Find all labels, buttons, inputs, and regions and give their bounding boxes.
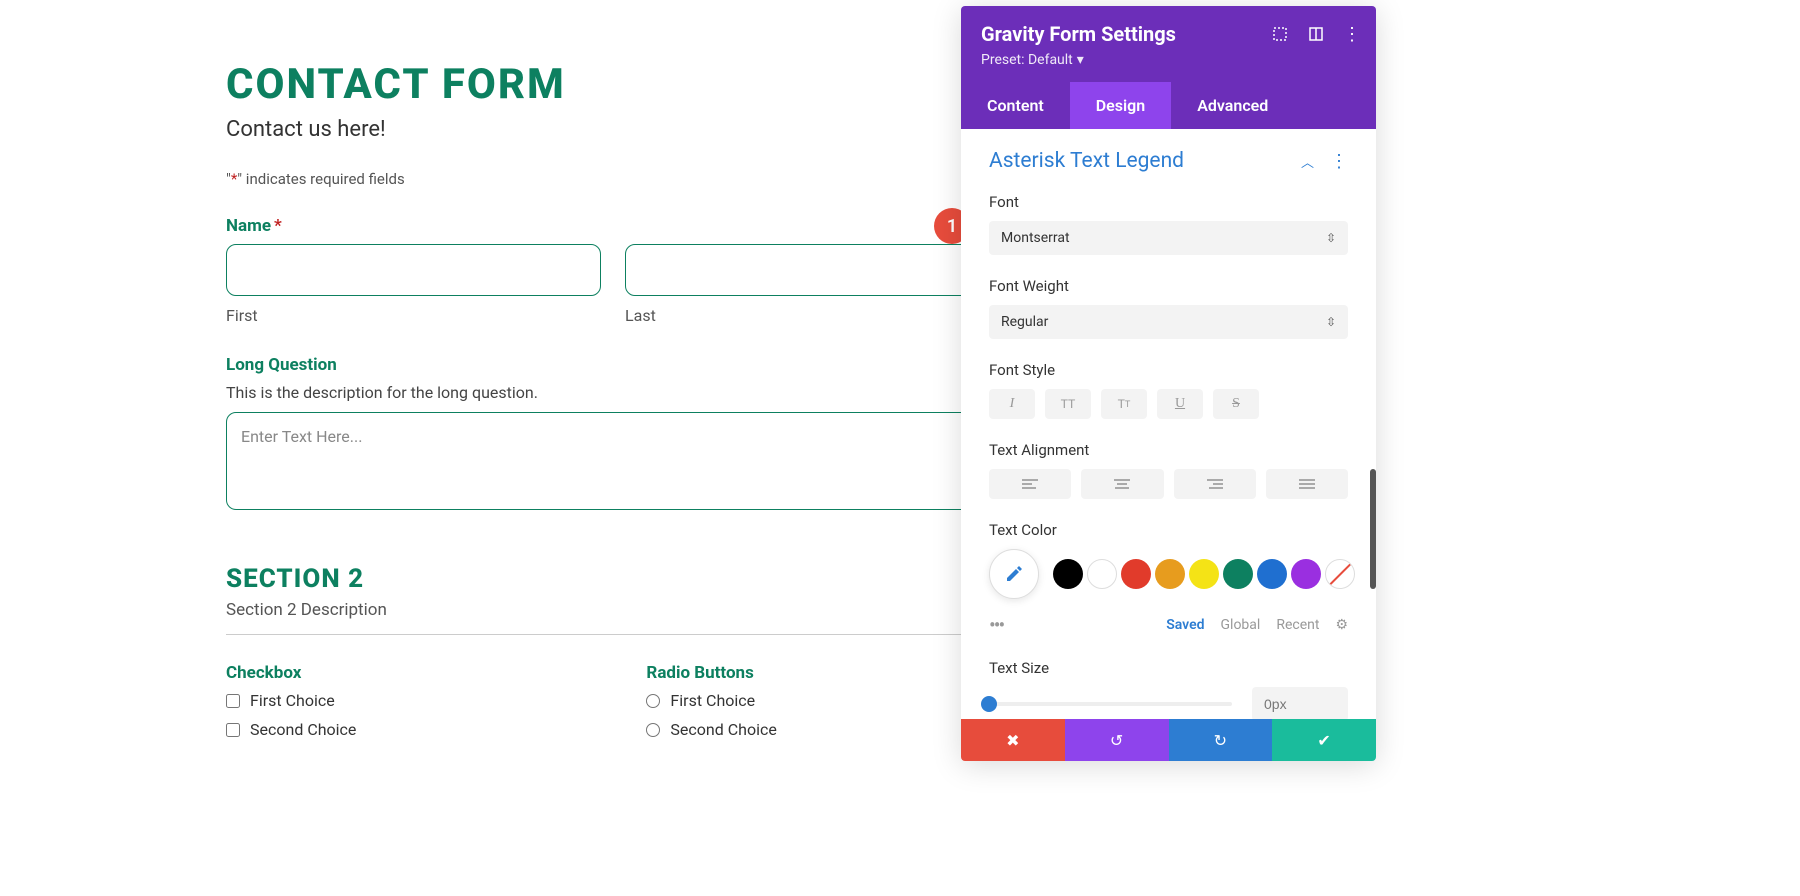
- color-swatch-white[interactable]: [1087, 559, 1117, 589]
- kebab-menu-icon[interactable]: ⋮: [1330, 151, 1348, 172]
- font-weight-select[interactable]: Regular⇳: [989, 305, 1348, 339]
- color-swatch-red[interactable]: [1121, 559, 1151, 589]
- radio-input[interactable]: [646, 694, 660, 708]
- checkbox-label: Checkbox: [226, 663, 356, 683]
- check-icon: ✔: [1317, 731, 1330, 750]
- panel-tabs: Content Design Advanced: [961, 82, 1376, 129]
- kebab-menu-icon[interactable]: ⋮: [1344, 26, 1360, 42]
- form-title: CONTACT FORM: [226, 60, 1000, 109]
- italic-button[interactable]: I: [989, 389, 1035, 419]
- color-tab-recent[interactable]: Recent: [1276, 617, 1319, 633]
- color-tab-global[interactable]: Global: [1221, 617, 1261, 633]
- close-button[interactable]: ✖: [961, 719, 1065, 761]
- name-field-group: Name* First Last: [226, 216, 1000, 325]
- close-icon: ✖: [1006, 731, 1019, 750]
- last-name-input[interactable]: [625, 244, 1000, 296]
- form-subtitle: Contact us here!: [226, 117, 1000, 142]
- long-question-textarea[interactable]: [226, 412, 1000, 510]
- caret-down-icon: ▾: [1077, 52, 1084, 68]
- undo-icon: ↺: [1110, 731, 1123, 750]
- align-left-button[interactable]: [989, 469, 1071, 499]
- tab-design[interactable]: Design: [1070, 82, 1171, 129]
- redo-icon: ↻: [1214, 731, 1227, 750]
- slider-thumb[interactable]: [981, 696, 997, 712]
- align-justify-button[interactable]: [1266, 469, 1348, 499]
- undo-button[interactable]: ↺: [1065, 719, 1169, 761]
- text-size-label: Text Size: [989, 659, 1348, 677]
- accordion-title[interactable]: Asterisk Text Legend: [989, 149, 1184, 173]
- chevron-up-icon[interactable]: ︿: [1301, 152, 1314, 171]
- required-fields-note: "*" indicates required fields: [226, 170, 1000, 188]
- long-question-group: Long Question This is the description fo…: [226, 355, 1000, 514]
- preset-dropdown[interactable]: Preset: Default ▾: [981, 52, 1356, 68]
- underline-button[interactable]: U: [1157, 389, 1203, 419]
- tab-content[interactable]: Content: [961, 82, 1070, 129]
- form-preview: CONTACT FORM Contact us here! "*" indica…: [0, 0, 1000, 749]
- color-swatch-purple[interactable]: [1291, 559, 1321, 589]
- radio-input[interactable]: [646, 723, 660, 737]
- align-center-button[interactable]: [1081, 469, 1163, 499]
- color-swatch-none[interactable]: [1325, 559, 1355, 589]
- gear-icon[interactable]: ⚙: [1335, 617, 1348, 633]
- name-label: Name*: [226, 216, 1000, 236]
- expand-icon[interactable]: [1272, 26, 1288, 42]
- font-select[interactable]: Montserrat⇳: [989, 221, 1348, 255]
- long-question-description: This is the description for the long que…: [226, 383, 1000, 402]
- text-size-slider[interactable]: [989, 702, 1232, 706]
- last-name-sublabel: Last: [625, 306, 1000, 325]
- settings-panel: Gravity Form Settings Preset: Default ▾ …: [961, 6, 1376, 761]
- panel-header: Gravity Form Settings Preset: Default ▾ …: [961, 6, 1376, 82]
- radio-option[interactable]: First Choice: [646, 691, 776, 710]
- color-swatch-orange[interactable]: [1155, 559, 1185, 589]
- checkbox-option[interactable]: First Choice: [226, 691, 356, 710]
- columns-icon[interactable]: [1308, 26, 1324, 42]
- more-dots-icon[interactable]: •••: [989, 613, 1003, 637]
- radio-label: Radio Buttons: [646, 663, 776, 683]
- color-tab-saved[interactable]: Saved: [1166, 617, 1204, 633]
- checkbox-option[interactable]: Second Choice: [226, 720, 356, 739]
- panel-footer: ✖ ↺ ↻ ✔: [961, 719, 1376, 761]
- color-swatch-blue[interactable]: [1257, 559, 1287, 589]
- uppercase-button[interactable]: TT: [1045, 389, 1091, 419]
- color-swatch-black[interactable]: [1053, 559, 1083, 589]
- text-color-label: Text Color: [989, 521, 1348, 539]
- checkbox-input[interactable]: [226, 694, 240, 708]
- scrollbar-thumb[interactable]: [1370, 469, 1376, 589]
- color-swatch-teal[interactable]: [1223, 559, 1253, 589]
- checkbox-group: Checkbox First Choice Second Choice: [226, 663, 356, 749]
- first-name-input[interactable]: [226, 244, 601, 296]
- font-weight-label: Font Weight: [989, 277, 1348, 295]
- color-swatch-yellow[interactable]: [1189, 559, 1219, 589]
- radio-group: Radio Buttons First Choice Second Choice: [646, 663, 776, 749]
- strikethrough-button[interactable]: S: [1213, 389, 1259, 419]
- color-picker-button[interactable]: [989, 549, 1039, 599]
- eyedropper-icon: [1004, 564, 1024, 584]
- first-name-sublabel: First: [226, 306, 601, 325]
- text-size-input[interactable]: [1252, 687, 1348, 719]
- panel-body[interactable]: Asterisk Text Legend ︿ ⋮ Font Montserrat…: [961, 129, 1376, 719]
- section-2-description: Section 2 Description: [226, 600, 1000, 635]
- text-alignment-label: Text Alignment: [989, 441, 1348, 459]
- font-label: Font: [989, 193, 1348, 211]
- long-question-label: Long Question: [226, 355, 1000, 375]
- smallcaps-button[interactable]: TT: [1101, 389, 1147, 419]
- confirm-button[interactable]: ✔: [1272, 719, 1376, 761]
- checkbox-input[interactable]: [226, 723, 240, 737]
- select-arrow-icon: ⇳: [1326, 231, 1336, 245]
- section-2-title: SECTION 2: [226, 564, 1000, 594]
- font-style-label: Font Style: [989, 361, 1348, 379]
- redo-button[interactable]: ↻: [1169, 719, 1273, 761]
- tab-advanced[interactable]: Advanced: [1171, 82, 1294, 129]
- select-arrow-icon: ⇳: [1326, 315, 1336, 329]
- radio-option[interactable]: Second Choice: [646, 720, 776, 739]
- align-right-button[interactable]: [1174, 469, 1256, 499]
